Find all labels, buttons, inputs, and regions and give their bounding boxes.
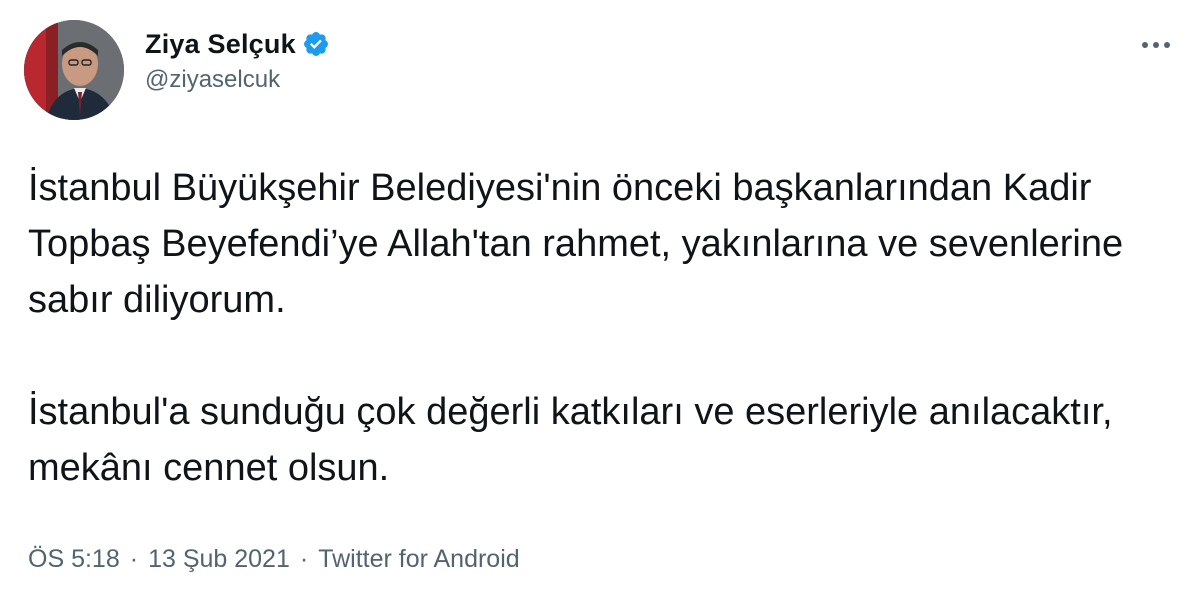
author-display-name[interactable]: Ziya Selçuk bbox=[145, 29, 296, 60]
tweet-card: Ziya Selçuk @ziyaselcuk İstanbul Büyükşe… bbox=[0, 0, 1200, 605]
avatar[interactable] bbox=[24, 20, 124, 120]
tweet-timestamp[interactable]: ÖS 5:18 bbox=[28, 545, 120, 574]
more-options-icon bbox=[1142, 42, 1170, 48]
tweet-text: İstanbul Büyükşehir Belediyesi'nin öncek… bbox=[28, 160, 1158, 496]
tweet-date[interactable]: 13 Şub 2021 bbox=[148, 545, 290, 574]
tweet-paragraph: İstanbul Büyükşehir Belediyesi'nin öncek… bbox=[28, 167, 1124, 321]
tweet-meta: ÖS 5:18 · 13 Şub 2021 · Twitter for Andr… bbox=[28, 545, 520, 574]
tweet-source[interactable]: Twitter for Android bbox=[318, 545, 519, 574]
meta-separator: · bbox=[299, 545, 309, 573]
author-name-row: Ziya Selçuk bbox=[145, 26, 330, 62]
verified-badge-icon bbox=[302, 30, 330, 58]
more-options-button[interactable] bbox=[1136, 30, 1176, 60]
meta-separator: · bbox=[129, 545, 139, 573]
author-handle[interactable]: @ziyaselcuk bbox=[145, 66, 330, 94]
avatar-image bbox=[24, 20, 124, 120]
tweet-paragraph: İstanbul'a sunduğu çok değerli katkıları… bbox=[28, 391, 1113, 489]
author-block: Ziya Selçuk @ziyaselcuk bbox=[145, 26, 330, 94]
